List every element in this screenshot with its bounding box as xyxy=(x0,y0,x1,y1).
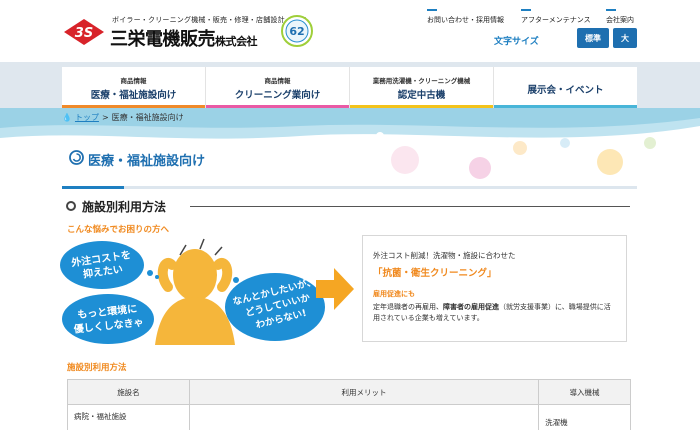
after-maintenance-link[interactable]: アフターメンテナンス xyxy=(521,9,591,25)
nav-item-label: 医療・福祉施設向け xyxy=(90,89,177,101)
nav-item-medical[interactable]: 商品情報 医療・福祉施設向け xyxy=(62,67,206,108)
breadcrumb-home-link[interactable]: トップ xyxy=(75,112,99,123)
worry-bubble-2: もっと環境に 優しくしなきゃ xyxy=(62,294,154,344)
nav-item-cleaning[interactable]: 商品情報 クリーニング業向け xyxy=(206,67,350,108)
solution-info-box: 外注コスト削減！洗濯物・施設に合わせた 「抗菌・衛生クリーニング」 雇用促進にも… xyxy=(362,235,627,342)
table-cell-facility: 病院・福祉施設 xyxy=(67,404,190,430)
section-title: 施設別利用方法 xyxy=(82,200,167,214)
nav-item-used-machines[interactable]: 業務用洗濯機・クリーニング機械 認定中古機 xyxy=(350,67,494,108)
table-row: 病院・福祉施設 洗濯機 xyxy=(67,404,631,430)
table-label: 施設別利用方法 xyxy=(67,363,127,373)
facility-table: 施設名 利用メリット 導入機械 病院・福祉施設 洗濯機 xyxy=(67,379,631,430)
facility-name: 病院・福祉施設 xyxy=(74,412,127,421)
title-underline-accent xyxy=(62,186,124,189)
company-name: 三栄電機販売 xyxy=(110,29,216,50)
worry-label: こんな悩みでお困りの方へ xyxy=(67,225,170,235)
nav-item-caption: 商品情報 xyxy=(264,76,291,85)
nav-item-label: クリーニング業向け xyxy=(234,89,321,101)
company-suffix: 株式会社 xyxy=(215,35,258,48)
table-header-equipment: 導入機械 xyxy=(538,379,631,405)
anniversary-number: 62 xyxy=(289,25,304,38)
font-size-large-button[interactable]: 大 xyxy=(613,28,637,48)
nav-item-label: 展示会・イベント xyxy=(527,84,604,96)
info-body-bold: 障害者の雇用促進 xyxy=(443,303,499,311)
right-arrow-icon xyxy=(316,268,354,310)
page-title: 医療・福祉施設向け xyxy=(88,154,206,169)
drop-icon: 💧 xyxy=(62,113,72,122)
anniversary-badge-icon: 62 xyxy=(281,15,313,47)
nav-item-label: 認定中古機 xyxy=(397,89,446,101)
info-subheading: 雇用促進にも xyxy=(373,290,415,298)
breadcrumb: 💧 トップ > 医療・福祉施設向け xyxy=(62,112,184,123)
section-bullet-icon xyxy=(66,201,76,211)
worry-bubble-3: なんとかしたいが、 どうしていいか わからない! xyxy=(225,273,325,341)
info-body-pre: 定年退職者の再雇用、 xyxy=(373,303,443,311)
worried-person-icon xyxy=(155,238,235,345)
breadcrumb-separator: > xyxy=(101,113,109,122)
worry-bubble-1: 外注コストを 抑えたい xyxy=(60,241,159,289)
info-highlight: 「抗菌・衛生クリーニング」 xyxy=(373,268,497,279)
table-header-facility: 施設名 xyxy=(67,379,190,405)
nav-item-caption: 業務用洗濯機・クリーニング機械 xyxy=(372,76,471,85)
font-size-label: 文字サイズ xyxy=(494,37,539,47)
info-body: 定年退職者の再雇用、障害者の雇用促進（就労支援事業）に、職場提供に活用されている… xyxy=(373,302,616,324)
section-divider xyxy=(190,206,630,207)
info-lead: 外注コスト削減！洗濯物・施設に合わせた xyxy=(373,251,516,260)
breadcrumb-current: 医療・福祉施設向け xyxy=(111,113,184,122)
table-header-merit: 利用メリット xyxy=(188,379,540,405)
table-cell-merit xyxy=(188,404,540,430)
company-info-link[interactable]: 会社案内 xyxy=(606,9,634,25)
nav-item-events[interactable]: 展示会・イベント xyxy=(494,67,637,108)
nav-item-caption: 商品情報 xyxy=(120,76,147,85)
table-header-row: 施設名 利用メリット 導入機械 xyxy=(67,379,631,405)
swirl-icon xyxy=(69,150,84,165)
company-logo-mark-icon[interactable]: 3S xyxy=(62,17,106,47)
inquiry-recruit-link[interactable]: お問い合わせ・採用情報 xyxy=(427,9,504,25)
main-nav: 商品情報 医療・福祉施設向け 商品情報 クリーニング業向け 業務用洗濯機・クリー… xyxy=(62,67,637,108)
worried-person-illustration: 外注コストを 抑えたい もっと環境に 優しくしなきゃ なんとかしたいが、 どうし… xyxy=(60,238,325,345)
svg-text:3S: 3S xyxy=(75,26,93,41)
table-cell-equipment: 洗濯機 xyxy=(538,404,631,430)
company-tagline: ボイラー・クリーニング機械・販売・修理・店舗設計・施工 xyxy=(112,16,307,24)
company-logo-text[interactable]: 三栄電機販売株式会社 xyxy=(110,25,258,51)
font-size-standard-button[interactable]: 標準 xyxy=(577,28,609,48)
title-underline xyxy=(62,186,637,189)
